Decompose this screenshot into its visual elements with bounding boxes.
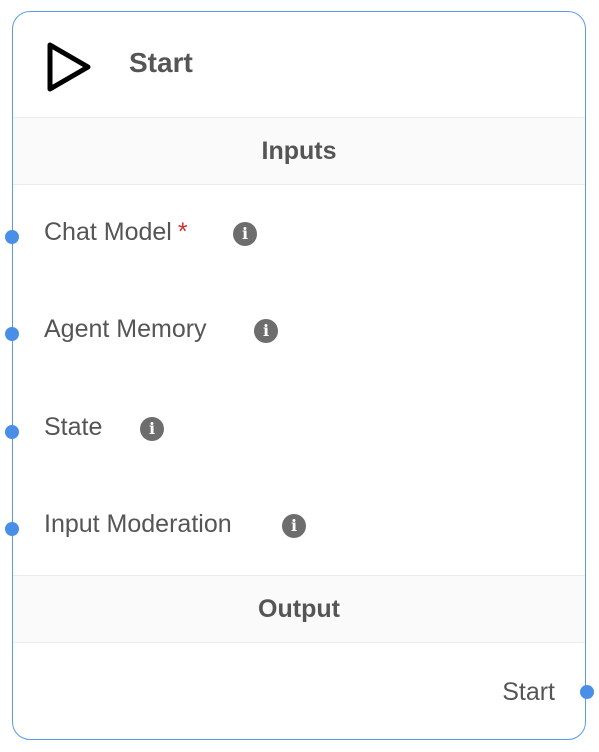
info-icon[interactable]: i <box>254 319 278 343</box>
info-icon[interactable]: i <box>140 417 164 441</box>
input-label: Agent Memory <box>44 315 207 343</box>
output-section-header: Output <box>13 575 585 643</box>
node-header: Start <box>13 12 585 117</box>
input-label: Input Moderation <box>44 510 232 538</box>
chat-model-handle[interactable] <box>5 230 19 244</box>
node-title: Start <box>129 47 193 78</box>
input-label: State <box>44 413 103 441</box>
start-node[interactable]: Start Inputs Chat Model * i Agent Memory … <box>5 11 594 740</box>
output-handle[interactable] <box>580 685 594 699</box>
state-handle[interactable] <box>5 425 19 439</box>
output-label: Start <box>502 678 555 706</box>
input-row-chat-model: Chat Model * i <box>5 214 585 254</box>
input-row-state: State i <box>5 409 585 449</box>
input-row-input-moderation: Input Moderation i <box>5 506 585 546</box>
input-moderation-handle[interactable] <box>5 522 19 536</box>
input-label: Chat Model * <box>44 218 188 246</box>
required-marker: * <box>177 218 188 246</box>
info-icon[interactable]: i <box>282 514 306 538</box>
input-row-agent-memory: Agent Memory i <box>5 311 585 351</box>
inputs-section-header: Inputs <box>13 117 585 185</box>
info-icon[interactable]: i <box>233 222 257 246</box>
agent-memory-handle[interactable] <box>5 327 19 341</box>
play-icon <box>47 42 91 92</box>
